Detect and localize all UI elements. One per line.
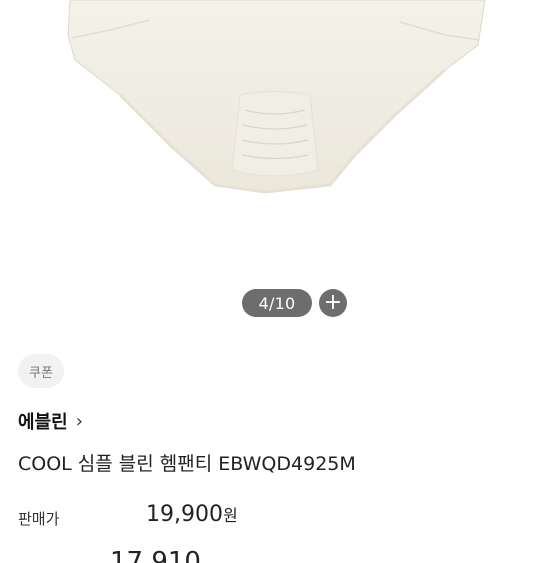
discount-price-value: 17,910 xyxy=(110,547,201,563)
discount-price-partial: 17,910 xyxy=(110,543,310,563)
price-value: 19,900원 xyxy=(146,502,238,527)
zoom-button[interactable]: + xyxy=(319,289,347,317)
image-counter: 4/10 xyxy=(242,289,312,317)
product-title: COOL 심플 블린 헴팬티 EBWQD4925M xyxy=(18,453,356,475)
chevron-right-icon: › xyxy=(75,410,83,432)
product-image[interactable] xyxy=(0,0,555,282)
price-amount: 19,900 xyxy=(146,502,223,527)
brand-link[interactable]: 에블린 › xyxy=(18,408,83,434)
plus-icon: + xyxy=(323,290,343,315)
brand-name: 에블린 xyxy=(18,412,68,433)
price-row: 판매가 19,900원 xyxy=(18,502,538,530)
coupon-badge[interactable]: 쿠폰 xyxy=(18,354,64,388)
price-label: 판매가 xyxy=(18,510,60,528)
price-unit: 원 xyxy=(222,506,238,525)
